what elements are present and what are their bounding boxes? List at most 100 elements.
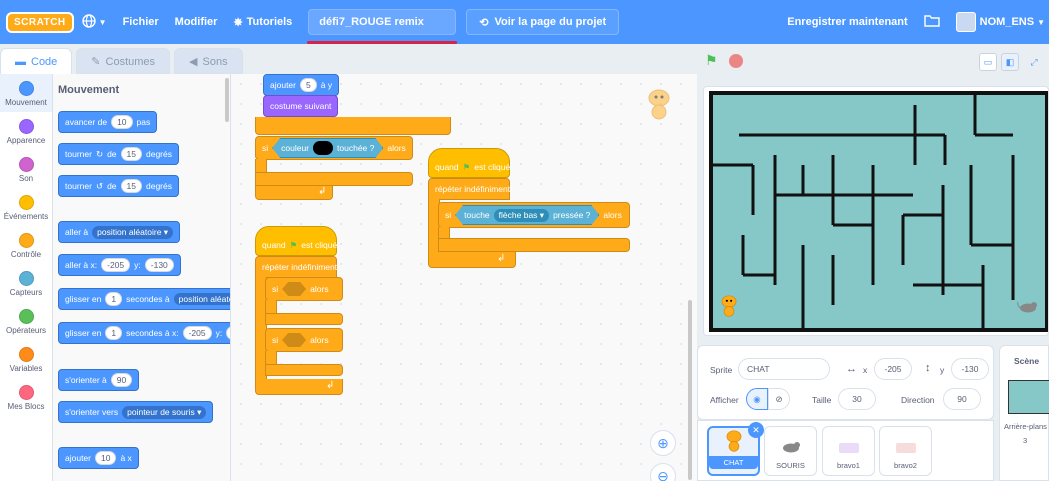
block-glide[interactable]: glisser en1secondes àposition aléatoire xyxy=(58,288,230,310)
small-stage-button[interactable]: ▭ xyxy=(979,53,997,71)
sprite-tile-bravo2[interactable]: bravo2 xyxy=(879,426,932,476)
block-forever[interactable]: répéter indéfiniment xyxy=(428,178,510,200)
fullscreen-button[interactable]: ⤢ xyxy=(1025,53,1043,71)
y-input[interactable]: -130 xyxy=(951,358,989,380)
see-project-button[interactable]: ⟲ Voir la page du projet xyxy=(466,9,620,35)
mouse-sprite[interactable] xyxy=(1017,301,1039,316)
category-events[interactable]: Événements xyxy=(0,188,52,226)
size-input[interactable]: 30 xyxy=(838,388,876,410)
block-next-costume[interactable]: costume suivant xyxy=(263,95,339,117)
category-control[interactable]: Contrôle xyxy=(0,226,52,264)
category-motion[interactable]: Mouvement xyxy=(0,74,52,112)
block-if-1[interactable]: si alors xyxy=(265,277,343,301)
language-menu[interactable]: ▼ xyxy=(74,0,115,44)
block-change-x[interactable]: ajouter 10 à x xyxy=(58,447,139,469)
block-text: costume suivant xyxy=(270,101,332,111)
tab-costumes[interactable]: ✎ Costumes xyxy=(76,48,171,74)
block-text: si xyxy=(262,143,269,153)
tab-code[interactable]: ▬ Code xyxy=(0,48,73,74)
file-menu[interactable]: Fichier xyxy=(115,0,167,44)
scratch-logo[interactable]: SCRATCH xyxy=(6,11,74,33)
seconds-input[interactable]: 1 xyxy=(105,292,123,306)
block-point-towards[interactable]: s'orienter vers pointeur de souris ▾ xyxy=(58,401,214,423)
block-if-2[interactable]: si alors xyxy=(265,328,343,352)
y-input[interactable]: -130 xyxy=(144,258,174,272)
seconds-input[interactable]: 1 xyxy=(105,326,123,340)
category-sound[interactable]: Son xyxy=(0,150,52,188)
block-goto[interactable]: aller à position aléatoire ▾ xyxy=(58,221,181,243)
control-block-tail[interactable] xyxy=(255,117,451,135)
code-scrollbar[interactable] xyxy=(688,300,692,480)
block-goto-xy[interactable]: aller à x: -205 y: -130 xyxy=(58,254,181,276)
chevron-down-icon: ▼ xyxy=(98,17,107,27)
project-title-input[interactable]: défi7_ROUGE remix xyxy=(307,9,458,44)
color-swatch[interactable] xyxy=(313,141,333,155)
category-sensing[interactable]: Capteurs xyxy=(0,264,52,302)
cat-sprite[interactable] xyxy=(719,293,739,320)
category-dot xyxy=(18,233,34,248)
empty-condition-slot[interactable] xyxy=(282,333,307,347)
sprite-tile-bravo1[interactable]: bravo1 xyxy=(822,426,875,476)
category-variables[interactable]: Variables xyxy=(0,340,52,378)
block-when-flag-clicked[interactable]: quand ⚑ est cliqué xyxy=(255,226,337,256)
degrees-input[interactable]: 15 xyxy=(120,147,142,161)
tutorials-menu[interactable]: ✸ Tutoriels xyxy=(225,0,300,44)
block-text: y: xyxy=(134,260,141,270)
block-if-touching-color[interactable]: si couleur touchée ? alors xyxy=(255,136,413,160)
towards-dropdown[interactable]: pointeur de souris ▾ xyxy=(122,405,207,419)
tab-sounds[interactable]: ◀ Sons xyxy=(174,48,243,74)
block-turn-left[interactable]: tourner ↺ de 15 degrés xyxy=(58,175,179,197)
block-point-direction[interactable]: s'orienter à 90 xyxy=(58,369,140,391)
stage[interactable] xyxy=(703,86,1049,336)
x-input[interactable]: -205 xyxy=(182,326,212,340)
stage-selector[interactable]: Scène Arrière-plans 3 xyxy=(999,345,1049,481)
bravo1-thumbnail xyxy=(838,443,859,453)
change-x-input[interactable]: 10 xyxy=(95,451,117,465)
sprite-tile-name: SOURIS xyxy=(776,461,805,470)
x-label: x xyxy=(863,365,868,375)
code-area[interactable]: ajouter 5 à y costume suivant si couleur to… xyxy=(231,74,697,481)
steps-input[interactable]: 10 xyxy=(111,115,133,129)
block-text: tourner xyxy=(65,149,92,159)
category-my-blocks[interactable]: Mes Blocs xyxy=(0,378,52,416)
normal-stage-button[interactable]: ◧ xyxy=(1001,53,1019,71)
degrees-input[interactable]: 15 xyxy=(120,179,142,193)
x-input[interactable]: -205 xyxy=(101,258,131,272)
block-move-steps[interactable]: avancer de 10 pas xyxy=(58,111,158,133)
block-if-key-pressed[interactable]: si touche flèche bas ▾ pressée ? alors xyxy=(438,202,630,228)
sprite-name-input[interactable]: CHAT xyxy=(738,358,830,380)
empty-condition-slot[interactable] xyxy=(282,282,307,296)
save-now-button[interactable]: Enregistrer maintenant xyxy=(779,0,915,44)
x-input[interactable]: -205 xyxy=(874,358,912,380)
block-when-flag-clicked[interactable]: quand ⚑ est cliqué xyxy=(428,148,510,178)
block-forever[interactable]: répéter indéfiniment xyxy=(255,256,337,278)
goto-dropdown[interactable]: position aléatoire ▾ xyxy=(92,225,174,239)
show-button[interactable]: ◉ xyxy=(746,388,768,410)
block-text: glisser en xyxy=(65,328,102,338)
category-looks[interactable]: Apparence xyxy=(0,112,52,150)
sprite-tile-chat[interactable]: ✕ CHAT xyxy=(707,422,764,476)
stop-button[interactable] xyxy=(729,54,743,68)
direction-input[interactable]: 90 xyxy=(110,373,133,387)
key-pressed-condition[interactable]: touche flèche bas ▾ pressée ? xyxy=(455,205,599,225)
block-change-y[interactable]: ajouter 5 à y xyxy=(263,74,340,96)
glide-dropdown[interactable]: position aléatoire xyxy=(173,293,230,305)
hide-button[interactable]: ⊘ xyxy=(768,388,790,410)
edit-menu[interactable]: Modifier xyxy=(167,0,226,44)
block-text: touche xyxy=(464,210,490,220)
green-flag-icon[interactable]: ⚑ xyxy=(705,53,719,67)
delete-sprite-button[interactable]: ✕ xyxy=(748,422,764,438)
block-turn-right[interactable]: tourner ↻ de 15 degrés xyxy=(58,143,179,165)
touching-color-condition[interactable]: couleur touchée ? xyxy=(272,138,383,158)
zoom-in-button[interactable]: ⊕ xyxy=(650,430,676,456)
category-operators[interactable]: Opérateurs xyxy=(0,302,52,340)
change-y-input[interactable]: 5 xyxy=(300,78,317,92)
direction-input[interactable]: 90 xyxy=(943,388,981,410)
key-dropdown[interactable]: flèche bas ▾ xyxy=(494,209,549,222)
sprite-tile-souris[interactable]: SOURIS xyxy=(764,426,817,476)
block-glide-xy[interactable]: glisser en1secondes à x:-205y:-1 xyxy=(58,322,230,344)
account-menu[interactable]: NOM_ENS ▼ xyxy=(948,0,1049,44)
palette-scrollbar[interactable] xyxy=(225,78,229,122)
my-stuff-button[interactable] xyxy=(916,0,948,44)
zoom-out-button[interactable]: ⊖ xyxy=(650,463,676,481)
